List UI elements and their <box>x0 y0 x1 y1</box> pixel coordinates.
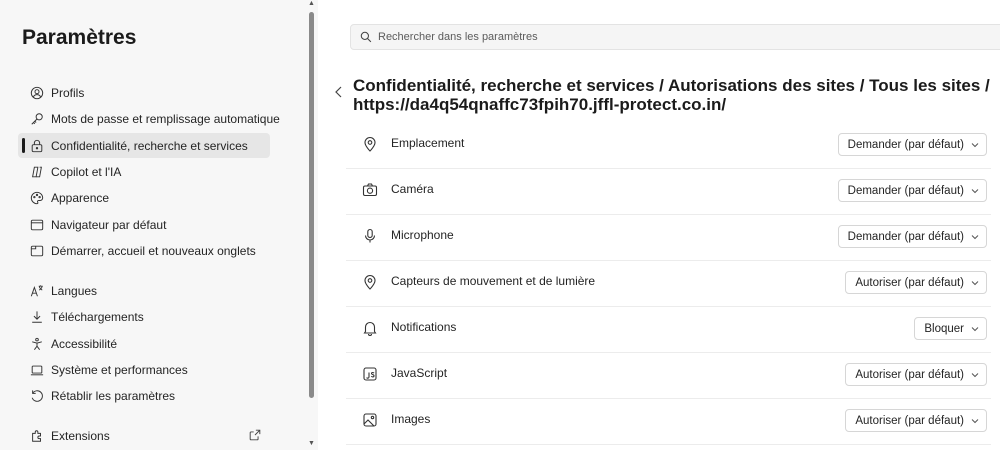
reset-icon <box>30 389 44 403</box>
permission-select-microphone[interactable]: Demander (par défaut) <box>837 225 987 248</box>
permission-label: Emplacement <box>391 136 465 150</box>
permission-label: JavaScript <box>391 366 448 380</box>
sidebar-item-langues[interactable]: Langues <box>18 278 270 303</box>
image-icon <box>362 412 378 428</box>
permission-row-camera: Caméra Demander (par défaut) <box>346 169 991 215</box>
chevron-down-icon <box>971 189 979 194</box>
sidebar-item-label: Apparence <box>51 190 110 205</box>
chevron-down-icon <box>971 373 979 378</box>
select-value: Autoriser (par défaut) <box>855 368 964 381</box>
location-icon <box>362 136 378 152</box>
permission-select-images[interactable]: Autoriser (par défaut) <box>845 409 987 432</box>
sidebar-item-accessibility[interactable]: Accessibilité <box>18 331 270 356</box>
sidebar-item-start-home[interactable]: Démarrer, accueil et nouveaux onglets <box>18 238 270 263</box>
permission-select-location[interactable]: Demander (par défaut) <box>837 133 987 156</box>
scroll-thumb[interactable] <box>309 12 314 398</box>
sidebar-item-label: Navigateur par défaut <box>51 217 167 232</box>
accessibility-icon <box>30 337 44 351</box>
sidebar-item-label: Démarrer, accueil et nouveaux onglets <box>51 243 256 258</box>
select-value: Demander (par défaut) <box>847 184 964 197</box>
laptop-icon <box>30 363 44 377</box>
lock-icon <box>30 139 44 153</box>
scroll-up-arrow-icon[interactable]: ▲ <box>308 0 315 7</box>
select-value: Demander (par défaut) <box>847 138 964 151</box>
sidebar-item-label: Accessibilité <box>51 336 118 351</box>
download-icon <box>30 310 44 324</box>
sidebar-item-label: Mots de passe et remplissage automatique <box>51 111 280 126</box>
sensor-icon <box>362 274 378 290</box>
sidebar-item-label: Rétablir les paramètres <box>51 388 176 403</box>
sidebar-scrollbar[interactable]: ▲ ▼ <box>305 0 318 450</box>
sidebar-item-default-browser[interactable]: Navigateur par défaut <box>18 212 270 237</box>
sidebar-item-apparence[interactable]: Apparence <box>18 185 270 210</box>
javascript-icon <box>362 366 378 382</box>
search-icon <box>360 31 372 43</box>
permission-label: Microphone <box>391 228 454 242</box>
browser-icon <box>30 218 44 232</box>
settings-search-box[interactable] <box>350 24 1000 50</box>
permission-select-camera[interactable]: Demander (par défaut) <box>837 179 987 202</box>
profile-icon <box>30 86 44 100</box>
permission-row-microphone: Microphone Demander (par défaut) <box>346 215 991 261</box>
sidebar-item-label: Confidentialité, recherche et services <box>51 138 248 153</box>
main-content: Confidentialité, recherche et services /… <box>318 0 1000 450</box>
select-value: Autoriser (par défaut) <box>855 414 964 427</box>
chevron-down-icon <box>971 235 979 240</box>
permission-label: Images <box>391 412 431 426</box>
permission-label: Caméra <box>391 182 434 196</box>
select-value: Autoriser (par défaut) <box>855 276 964 289</box>
sidebar-item-downloads[interactable]: Téléchargements <box>18 304 270 329</box>
permission-row-motion-sensors: Capteurs de mouvement et de lumière Auto… <box>346 261 991 307</box>
permission-row-images: Images Autoriser (par défaut) <box>346 399 991 445</box>
permission-select-notifications[interactable]: Bloquer <box>914 317 987 340</box>
search-input[interactable] <box>378 31 938 43</box>
sidebar-item-label: Profils <box>51 85 85 100</box>
permission-list: Emplacement Demander (par défaut) Caméra… <box>346 123 991 445</box>
settings-title: Paramètres <box>22 26 137 49</box>
permission-row-notifications: Notifications Bloquer <box>346 307 991 353</box>
sidebar-item-label: Téléchargements <box>51 309 144 324</box>
sidebar-item-label: Extensions <box>51 428 110 443</box>
permission-select-motion-sensors[interactable]: Autoriser (par défaut) <box>845 271 987 294</box>
page-breadcrumb: Confidentialité, recherche et services /… <box>353 76 990 114</box>
sidebar-item-privacy[interactable]: Confidentialité, recherche et services <box>18 133 270 158</box>
chevron-down-icon <box>971 327 979 332</box>
scroll-down-arrow-icon[interactable]: ▼ <box>308 440 315 447</box>
microphone-icon <box>362 228 378 244</box>
languages-icon <box>30 284 44 298</box>
sidebar-item-system[interactable]: Système et performances <box>18 357 270 382</box>
camera-icon <box>362 182 378 198</box>
sidebar-item-label: Système et performances <box>51 362 188 377</box>
sidebar-item-reset[interactable]: Rétablir les paramètres <box>18 383 270 408</box>
sidebar-item-profils[interactable]: Profils <box>18 80 270 105</box>
copilot-icon <box>30 165 44 179</box>
sidebar-item-extensions[interactable]: Extensions <box>18 423 270 448</box>
settings-sidebar: Paramètres Profils Mots de passe et remp… <box>0 0 305 450</box>
sidebar-item-passwords[interactable]: Mots de passe et remplissage automatique <box>18 106 280 131</box>
permission-label: Notifications <box>391 320 457 334</box>
home-tab-icon <box>30 244 44 258</box>
select-value: Bloquer <box>924 322 964 335</box>
key-icon <box>30 112 44 126</box>
permission-label: Capteurs de mouvement et de lumière <box>391 274 596 288</box>
sidebar-item-label: Copilot et l'IA <box>51 164 122 179</box>
bell-icon <box>362 320 378 336</box>
chevron-down-icon <box>971 281 979 286</box>
select-value: Demander (par défaut) <box>847 230 964 243</box>
palette-icon <box>30 191 44 205</box>
extensions-icon <box>30 429 44 443</box>
chevron-down-icon <box>971 419 979 424</box>
sidebar-item-label: Langues <box>51 283 98 298</box>
chevron-down-icon <box>971 143 979 148</box>
permission-row-javascript: JavaScript Autoriser (par défaut) <box>346 353 991 399</box>
external-link-icon[interactable] <box>248 428 262 442</box>
permission-row-location: Emplacement Demander (par défaut) <box>346 123 991 169</box>
sidebar-item-copilot[interactable]: Copilot et l'IA <box>18 159 270 184</box>
permission-select-javascript[interactable]: Autoriser (par défaut) <box>845 363 987 386</box>
back-chevron-icon[interactable] <box>334 86 344 98</box>
